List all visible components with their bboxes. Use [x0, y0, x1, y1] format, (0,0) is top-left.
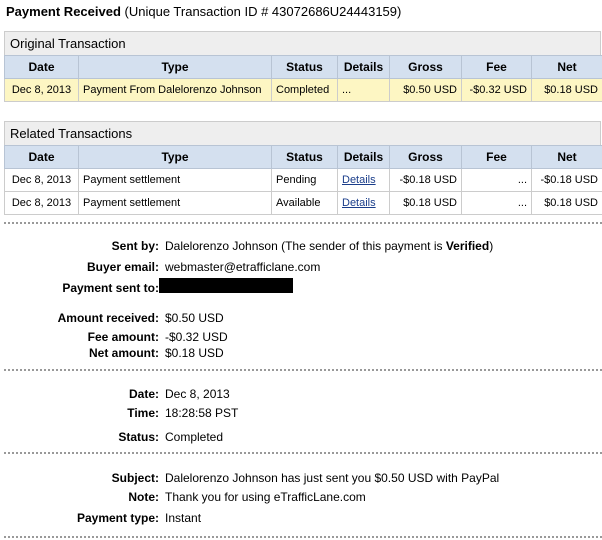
cell-status: Pending	[271, 168, 338, 192]
note-label: Note:	[128, 490, 159, 504]
payment-type-row: Payment type: Instant	[0, 511, 602, 529]
cell-date: Dec 8, 2013	[4, 191, 79, 215]
cell-status: Available	[271, 191, 338, 215]
buyer-email-value: webmaster@etrafficlane.com	[165, 260, 321, 274]
related-transactions-title: Related Transactions	[4, 121, 601, 145]
time-label: Time:	[127, 406, 159, 420]
verified-status: Verified	[445, 239, 490, 253]
column-header-status: Status	[271, 145, 338, 169]
payment-type-label: Payment type:	[76, 511, 159, 525]
divider	[4, 222, 602, 224]
divider	[4, 369, 602, 371]
column-header-type: Type	[78, 145, 272, 169]
cell-net: $0.18 USD	[531, 78, 602, 102]
column-header-gross: Gross	[389, 55, 462, 79]
date-label: Date:	[128, 387, 159, 401]
payment-sent-to-label: Payment sent to:	[62, 281, 159, 295]
net-amount-value: $0.18 USD	[165, 346, 224, 360]
cell-date: Dec 8, 2013	[4, 78, 79, 102]
cell-net: -$0.18 USD	[531, 168, 602, 192]
table-header-row: Date Type Status Details Gross Fee Net	[4, 145, 602, 169]
column-header-date: Date	[4, 145, 79, 169]
cell-type: Payment From Dalelorenzo Johnson	[78, 78, 272, 102]
sent-by-label: Sent by:	[111, 239, 159, 253]
column-header-gross: Gross	[389, 145, 462, 169]
fee-amount-value: -$0.32 USD	[165, 330, 228, 344]
column-header-fee: Fee	[461, 145, 532, 169]
date-row: Date: Dec 8, 2013	[0, 387, 602, 405]
note-row: Note: Thank you for using eTrafficLane.c…	[0, 490, 602, 508]
amount-received-label: Amount received:	[57, 311, 159, 325]
date-value: Dec 8, 2013	[165, 387, 230, 401]
column-header-net: Net	[531, 55, 602, 79]
status-value: Completed	[165, 430, 224, 444]
subject-row: Subject: Dalelorenzo Johnson has just se…	[0, 471, 602, 489]
redacted-recipient	[159, 278, 293, 293]
cell-details: Details	[337, 191, 390, 215]
page-title: Payment Received	[6, 4, 121, 19]
cell-type: Payment settlement	[78, 168, 272, 192]
status-label: Status:	[118, 430, 159, 444]
cell-type: Payment settlement	[78, 191, 272, 215]
cell-details: ...	[337, 78, 390, 102]
net-amount-row: Net amount: $0.18 USD	[0, 346, 602, 364]
time-row: Time: 18:28:58 PST	[0, 406, 602, 424]
cell-gross: $0.50 USD	[389, 78, 462, 102]
subject-value: Dalelorenzo Johnson has just sent you $0…	[165, 471, 500, 485]
table-row: Dec 8, 2013 Payment From Dalelorenzo Joh…	[4, 78, 602, 102]
buyer-email-label: Buyer email:	[86, 260, 159, 274]
page-heading: Payment Received (Unique Transaction ID …	[6, 4, 401, 19]
payment-sent-to-row: Payment sent to:	[0, 278, 602, 299]
sent-by-row: Sent by: Dalelorenzo Johnson (The sender…	[0, 239, 602, 257]
divider	[4, 452, 602, 454]
column-header-details: Details	[337, 145, 390, 169]
amount-received-value: $0.50 USD	[165, 311, 224, 325]
payment-type-value: Instant	[165, 511, 202, 525]
amount-received-row: Amount received: $0.50 USD	[0, 311, 602, 329]
column-header-date: Date	[4, 55, 79, 79]
column-header-type: Type	[78, 55, 272, 79]
details-link[interactable]: Details	[342, 174, 376, 186]
column-header-net: Net	[531, 145, 602, 169]
cell-gross: -$0.18 USD	[389, 168, 462, 192]
original-transaction-title: Original Transaction	[4, 31, 601, 55]
cell-net: $0.18 USD	[531, 191, 602, 215]
table-row: Dec 8, 2013 Payment settlement Available…	[4, 191, 602, 215]
time-value: 18:28:58 PST	[165, 406, 239, 420]
column-header-fee: Fee	[461, 55, 532, 79]
table-header-row: Date Type Status Details Gross Fee Net	[4, 55, 602, 79]
original-transaction-table: Date Type Status Details Gross Fee Net D…	[4, 55, 602, 102]
transaction-id: (Unique Transaction ID # 43072686U244431…	[124, 4, 402, 19]
fee-amount-label: Fee amount:	[87, 330, 159, 344]
note-value: Thank you for using eTrafficLane.com	[165, 490, 366, 504]
cell-fee: ...	[461, 168, 532, 192]
cell-details: Details	[337, 168, 390, 192]
sent-by-value: Dalelorenzo Johnson (The sender of this …	[165, 239, 494, 253]
cell-gross: $0.18 USD	[389, 191, 462, 215]
cell-fee: ...	[461, 191, 532, 215]
net-amount-label: Net amount:	[89, 346, 159, 360]
cell-date: Dec 8, 2013	[4, 168, 79, 192]
divider	[4, 536, 602, 538]
cell-status: Completed	[271, 78, 338, 102]
subject-label: Subject:	[111, 471, 159, 485]
cell-fee: -$0.32 USD	[461, 78, 532, 102]
status-row: Status: Completed	[0, 430, 602, 448]
related-transactions-table: Date Type Status Details Gross Fee Net D…	[4, 145, 602, 215]
column-header-status: Status	[271, 55, 338, 79]
buyer-email-row: Buyer email: webmaster@etrafficlane.com	[0, 260, 602, 278]
details-link[interactable]: Details	[342, 197, 376, 209]
table-row: Dec 8, 2013 Payment settlement Pending D…	[4, 168, 602, 192]
column-header-details: Details	[337, 55, 390, 79]
